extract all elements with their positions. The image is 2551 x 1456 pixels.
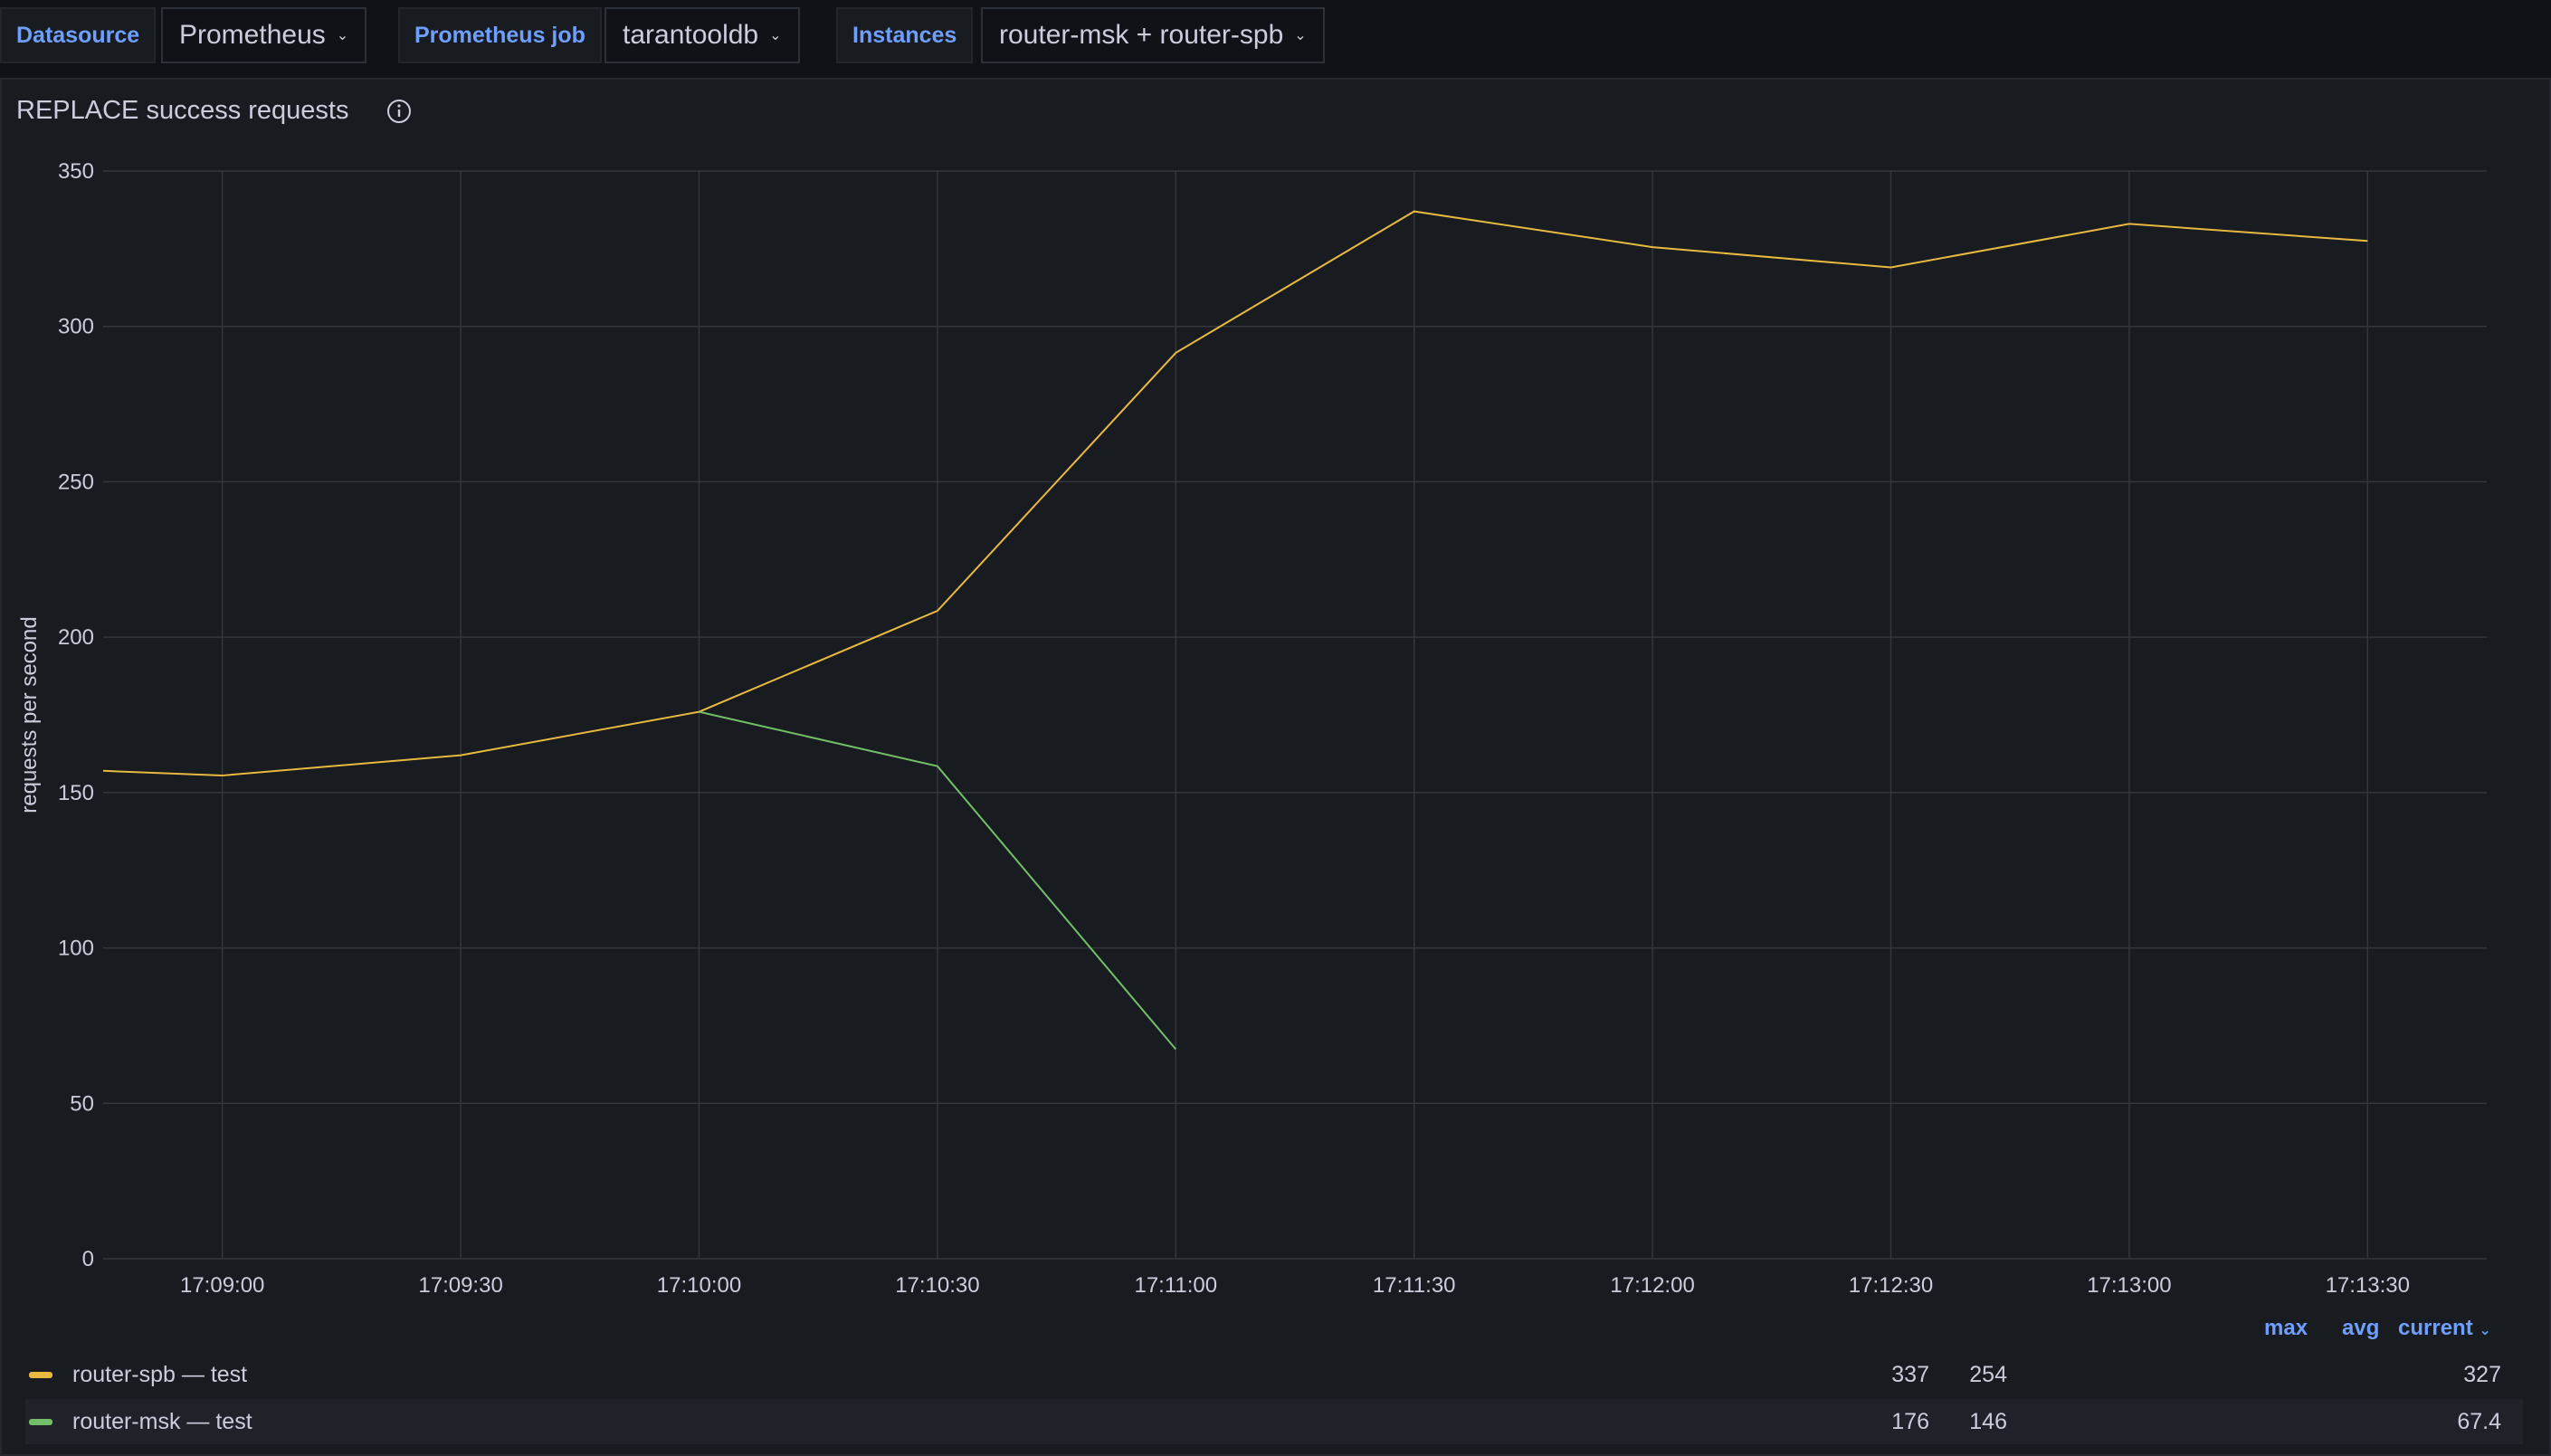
y-tick-label: 100 — [58, 937, 94, 961]
y-tick-label: 150 — [58, 781, 94, 805]
legend-row-router-msk[interactable]: router-msk — test 176 146 67.4 — [25, 1399, 2523, 1444]
y-tick-label: 200 — [58, 625, 94, 650]
x-tick-label: 17:11:00 — [1134, 1273, 1217, 1298]
legend-max: 176 — [1891, 1408, 1929, 1434]
chevron-down-icon: ⌄ — [2479, 1323, 2491, 1338]
y-tick-label: 0 — [82, 1247, 94, 1271]
legend-header-current[interactable]: current ⌄ — [2398, 1316, 2491, 1341]
x-tick-label: 17:11:30 — [1373, 1273, 1456, 1298]
y-tick-label: 350 — [58, 159, 94, 184]
legend-series-name: router-msk — test — [72, 1408, 252, 1434]
legend-series-name: router-spb — test — [72, 1361, 248, 1387]
legend-header-avg[interactable]: avg — [2342, 1316, 2379, 1341]
legend-swatch-router-msk — [29, 1418, 52, 1425]
legend-avg: 146 — [1969, 1408, 2007, 1434]
legend-header-max[interactable]: max — [2264, 1316, 2308, 1341]
legend-header-current-label: current — [2398, 1316, 2473, 1340]
x-tick-label: 17:09:30 — [418, 1273, 502, 1298]
legend-avg: 254 — [1969, 1361, 2007, 1387]
x-tick-label: 17:09:00 — [180, 1273, 264, 1298]
line-chart: 0 50 100 150 200 250 300 350 17:09:00 17:09:30 17:… — [17, 159, 2487, 1298]
y-axis-label: requests per second — [17, 616, 42, 813]
x-tick-label: 17:10:30 — [895, 1273, 979, 1298]
legend-max: 337 — [1891, 1361, 1929, 1387]
series-line-router-spb — [102, 210, 2368, 777]
legend-current: 67.4 — [2457, 1408, 2501, 1434]
y-tick-label: 300 — [58, 315, 94, 339]
x-tick-label: 17:12:00 — [1610, 1273, 1694, 1298]
legend-swatch-router-spb — [29, 1371, 52, 1378]
x-tick-label: 17:12:30 — [1849, 1273, 1933, 1298]
y-tick-label: 250 — [58, 470, 94, 494]
x-tick-label: 17:13:30 — [2326, 1273, 2410, 1298]
x-tick-label: 17:10:00 — [657, 1273, 741, 1298]
x-tick-label: 17:13:00 — [2087, 1273, 2171, 1298]
legend-row-router-spb[interactable]: router-spb — test 337 254 327 — [25, 1352, 2523, 1397]
legend-current: 327 — [2463, 1361, 2501, 1387]
y-tick-label: 50 — [70, 1091, 94, 1116]
